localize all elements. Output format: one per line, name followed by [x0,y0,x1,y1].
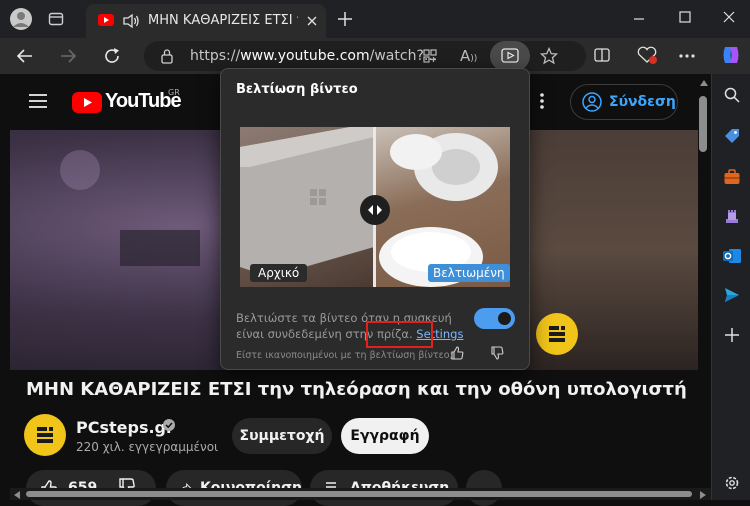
enhance-toggle[interactable] [474,308,515,329]
label-enhanced: Βελτιωμένη [428,264,510,282]
sidebar-outlook-icon[interactable] [722,247,742,265]
back-icon[interactable] [15,46,35,66]
sidebar-add-icon[interactable] [724,327,740,343]
video-title: ΜΗΝ ΚΑΘΑΡΙΖΕΙΣ ΕΤΣΙ την τηλεόραση και τη… [26,379,687,400]
youtube-logo-icon [72,92,102,113]
horizontal-scrollbar[interactable] [10,488,711,500]
channel-avatar[interactable] [24,414,66,456]
before-after-comparison[interactable]: Αρχικό Βελτιωμένη [240,127,510,287]
comparison-slider-handle[interactable] [360,195,390,225]
youtube-more-icon[interactable] [539,92,545,110]
maximize-icon[interactable] [678,10,692,24]
label-original: Αρχικό [250,264,308,282]
split-screen-icon[interactable] [593,46,611,64]
video-enhance-icon[interactable] [490,41,530,71]
tab-actions-icon[interactable] [48,11,64,27]
app-available-icon[interactable] [422,48,438,64]
profile-avatar[interactable] [10,8,32,30]
sidebar-shopping-icon[interactable] [723,127,741,145]
verified-icon [162,418,176,432]
feedback-prompt: Είστε ικανοποιημένοι με τη βελτίωση βίντ… [236,350,453,361]
sidebar-settings-icon[interactable] [723,474,741,492]
thumbs-down-icon[interactable] [490,346,504,360]
channel-name[interactable]: PCsteps.gr [76,418,174,437]
tab-title: ΜΗΝ ΚΑΘΑΡΙΖΕΙΣ ΕΤΣΙ την [148,13,298,28]
thumbs-up-icon[interactable] [450,346,464,360]
tab-close-icon[interactable] [306,15,318,27]
scroll-right-icon[interactable] [700,491,706,499]
channel-watermark[interactable] [536,313,578,355]
video-decor-lamp [60,150,100,190]
account-icon [582,92,602,112]
video-decor-shelf [120,230,200,266]
video-enhance-popup: Βελτίωση βίντεο Αρχικό Βελτιωμένη Βελτιώ… [220,68,530,370]
copilot-icon[interactable] [720,44,742,66]
favorite-star-icon[interactable] [540,47,558,65]
popup-title: Βελτίωση βίντεο [236,82,358,97]
scroll-left-icon[interactable] [14,491,20,499]
sidebar-search-icon[interactable] [723,86,741,104]
join-label: Συμμετοχή [239,428,325,444]
edge-sidebar [711,74,750,500]
popup-description: Βελτιώστε τα βίντεο όταν η συσκευή είναι… [236,310,471,342]
sidebar-tools-icon[interactable] [723,168,741,186]
comparison-original-image [240,127,374,287]
url-text: https://www.youtube.com/watch?... [190,48,438,64]
youtube-region: GR [168,88,180,97]
scroll-up-icon[interactable] [700,80,708,86]
lock-icon[interactable] [160,48,174,64]
subscribe-button[interactable]: Εγγραφή [341,418,429,454]
youtube-favicon [98,14,114,26]
address-bar[interactable]: https://www.youtube.com/watch?... A)) [144,41,586,71]
read-aloud-icon[interactable]: A)) [460,47,477,65]
minimize-icon[interactable] [632,12,646,26]
more-options-icon[interactable] [678,53,696,59]
window-close-icon[interactable] [722,10,736,24]
menu-icon[interactable] [28,93,48,109]
speaker-icon[interactable] [122,13,140,29]
youtube-logo[interactable]: YouTube GR [72,88,192,114]
browser-essentials-icon[interactable] [636,45,658,65]
new-tab-icon[interactable] [337,11,353,27]
signin-label: Σύνδεση [609,94,676,110]
subscriber-count: 220 χιλ. εγγεγραμμένοι [76,440,219,454]
refresh-icon[interactable] [102,46,122,66]
toggle-knob [498,312,511,325]
sidebar-send-icon[interactable] [723,286,741,304]
forward-icon[interactable] [58,46,78,66]
page-scrollbar[interactable] [699,96,707,152]
browser-tab-active[interactable]: ΜΗΝ ΚΑΘΑΡΙΖΕΙΣ ΕΤΣΙ την [86,4,326,38]
settings-highlight-box [366,321,433,348]
subscribe-label: Εγγραφή [350,428,420,444]
signin-button[interactable]: Σύνδεση [570,84,678,120]
sidebar-games-icon[interactable] [723,207,741,225]
join-button[interactable]: Συμμετοχή [232,418,332,454]
horizontal-scroll-thumb[interactable] [26,491,692,497]
comparison-enhanced-image [376,127,510,287]
